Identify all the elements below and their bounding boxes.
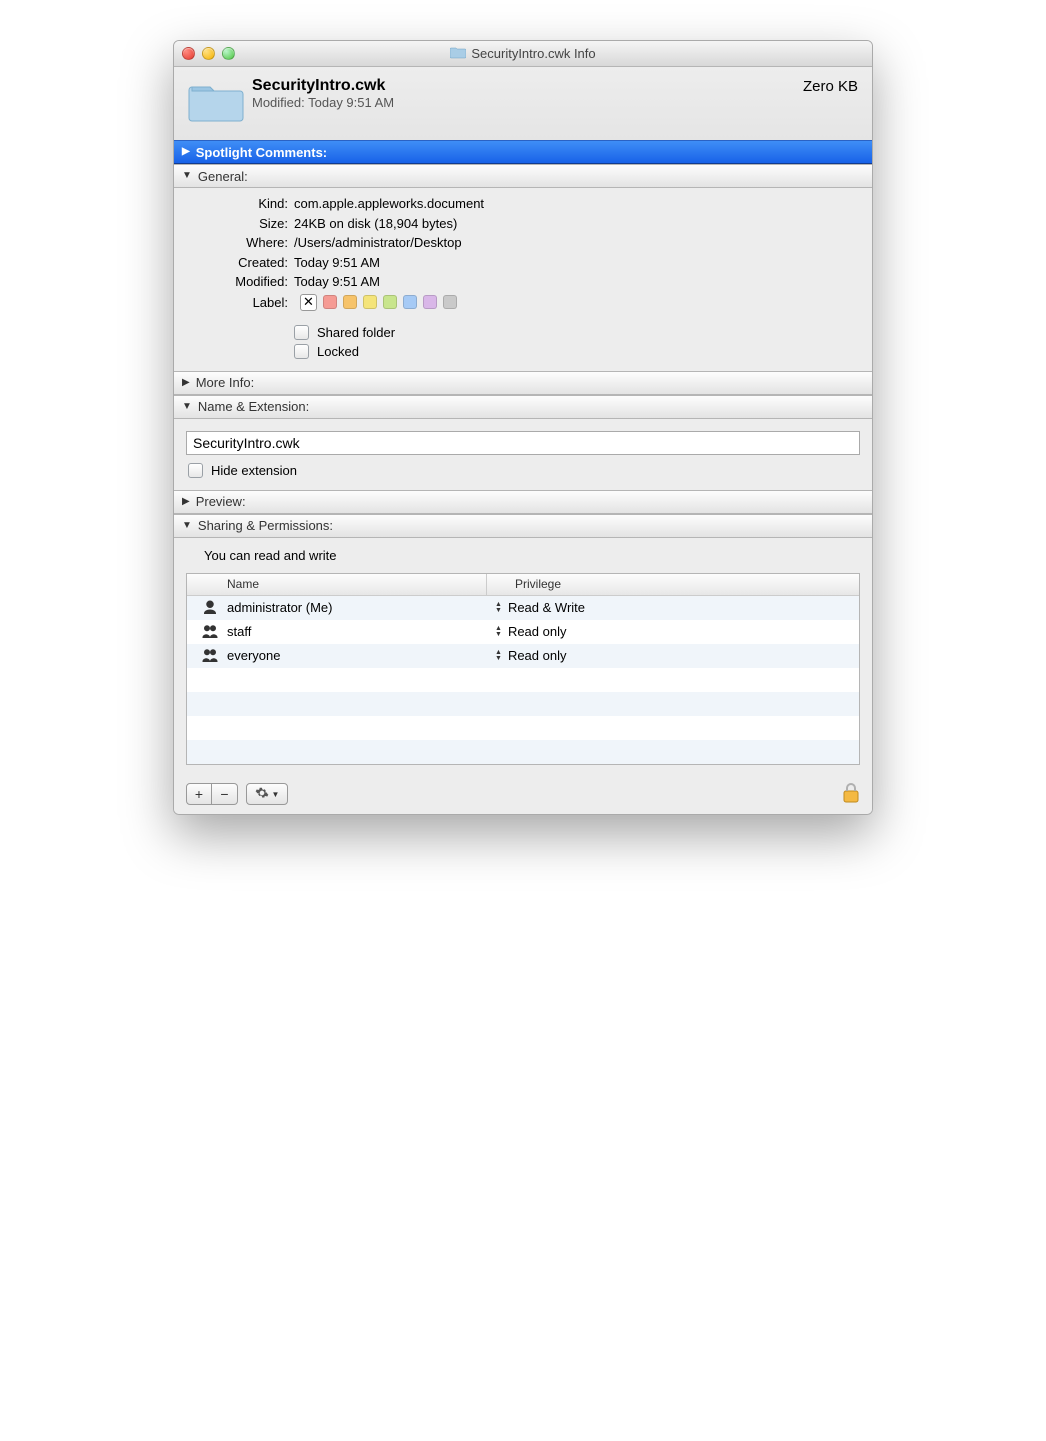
sharing-header[interactable]: ▼ Sharing & Permissions: bbox=[174, 514, 872, 538]
created-value: Today 9:51 AM bbox=[294, 253, 858, 273]
kind-value: com.apple.appleworks.document bbox=[294, 194, 858, 214]
label-color-swatch[interactable] bbox=[363, 295, 377, 309]
size-value: 24KB on disk (18,904 bytes) bbox=[294, 214, 858, 234]
shared-folder-label: Shared folder bbox=[317, 325, 395, 340]
table-row-empty bbox=[187, 740, 859, 764]
filename-input[interactable] bbox=[186, 431, 860, 455]
table-row-empty bbox=[187, 692, 859, 716]
action-menu-button[interactable]: ▼ bbox=[246, 783, 288, 805]
table-row[interactable]: administrator (Me) ▲▼ Read & Write bbox=[187, 596, 859, 620]
general-body: Kind: com.apple.appleworks.document Size:… bbox=[174, 188, 872, 371]
table-row[interactable]: everyone ▲▼ Read only bbox=[187, 644, 859, 668]
stepper-icon[interactable]: ▲▼ bbox=[495, 602, 502, 614]
titlebar[interactable]: SecurityIntro.cwk Info bbox=[174, 41, 872, 67]
perm-priv: Read only bbox=[508, 624, 567, 639]
sharing-body: You can read and write Name Privilege ad… bbox=[174, 538, 872, 775]
disclosure-triangle-icon: ▼ bbox=[182, 402, 192, 412]
size-label: Size: bbox=[188, 214, 288, 234]
nameext-body: Hide extension bbox=[174, 419, 872, 490]
locked-label: Locked bbox=[317, 344, 359, 359]
file-size: Zero KB bbox=[803, 77, 858, 95]
sharing-label: Sharing & Permissions: bbox=[198, 518, 333, 533]
table-row-empty bbox=[187, 716, 859, 740]
preview-label: Preview: bbox=[196, 494, 246, 509]
perm-priv: Read & Write bbox=[508, 600, 585, 615]
hide-extension-checkbox[interactable] bbox=[188, 463, 203, 478]
table-row[interactable]: staff ▲▼ Read only bbox=[187, 620, 859, 644]
disclosure-triangle-icon: ▼ bbox=[182, 171, 192, 181]
perm-priv: Read only bbox=[508, 648, 567, 663]
where-value: /Users/administrator/Desktop bbox=[294, 233, 858, 253]
disclosure-triangle-icon: ▼ bbox=[182, 521, 192, 531]
label-color-swatch[interactable] bbox=[383, 295, 397, 309]
label-clear-button[interactable]: ✕ bbox=[300, 294, 317, 311]
kind-label: Kind: bbox=[188, 194, 288, 214]
disclosure-triangle-icon: ▶ bbox=[182, 378, 190, 388]
folder-mini-icon bbox=[450, 45, 466, 62]
perm-name: administrator (Me) bbox=[227, 600, 332, 615]
col-name: Name bbox=[187, 574, 487, 595]
group-icon bbox=[201, 647, 219, 665]
label-label: Label: bbox=[188, 295, 288, 310]
col-priv: Privilege bbox=[487, 574, 859, 595]
modified-value: Today 9:51 AM bbox=[294, 272, 858, 292]
stepper-icon[interactable]: ▲▼ bbox=[495, 650, 502, 662]
permissions-table: Name Privilege administrator (Me) ▲▼ Read … bbox=[186, 573, 860, 765]
disclosure-triangle-icon: ▶ bbox=[182, 497, 190, 507]
label-color-swatch[interactable] bbox=[343, 295, 357, 309]
moreinfo-label: More Info: bbox=[196, 375, 255, 390]
modified-label: Modified: bbox=[188, 272, 288, 292]
window-title-text: SecurityIntro.cwk Info bbox=[471, 46, 595, 61]
where-label: Where: bbox=[188, 233, 288, 253]
locked-checkbox[interactable] bbox=[294, 344, 309, 359]
spotlight-label: Spotlight Comments: bbox=[196, 145, 327, 160]
info-window: SecurityIntro.cwk Info SecurityIntro.cwk… bbox=[173, 40, 873, 815]
nameext-header[interactable]: ▼ Name & Extension: bbox=[174, 395, 872, 419]
permissions-toolbar: + − ▼ bbox=[174, 775, 872, 814]
user-icon bbox=[201, 599, 219, 617]
spotlight-header[interactable]: ▶ Spotlight Comments: bbox=[174, 140, 872, 164]
moreinfo-header[interactable]: ▶ More Info: bbox=[174, 371, 872, 395]
file-header: SecurityIntro.cwk Modified: Today 9:51 A… bbox=[174, 67, 872, 140]
general-header[interactable]: ▼ General: bbox=[174, 164, 872, 188]
label-color-swatch[interactable] bbox=[423, 295, 437, 309]
traffic-lights bbox=[182, 47, 235, 60]
minimize-icon[interactable] bbox=[202, 47, 215, 60]
folder-icon bbox=[188, 77, 244, 128]
file-name: SecurityIntro.cwk bbox=[252, 77, 803, 95]
stepper-icon[interactable]: ▲▼ bbox=[495, 626, 502, 638]
add-button[interactable]: + bbox=[186, 783, 212, 805]
perm-name: staff bbox=[227, 624, 251, 639]
general-label: General: bbox=[198, 169, 248, 184]
zoom-icon[interactable] bbox=[222, 47, 235, 60]
file-modified: Modified: Today 9:51 AM bbox=[252, 95, 803, 110]
gear-icon bbox=[255, 786, 269, 803]
chevron-down-icon: ▼ bbox=[272, 790, 280, 799]
label-color-swatch[interactable] bbox=[323, 295, 337, 309]
perm-name: everyone bbox=[227, 648, 280, 663]
label-color-swatch[interactable] bbox=[403, 295, 417, 309]
shared-folder-checkbox[interactable] bbox=[294, 325, 309, 340]
table-row-empty bbox=[187, 668, 859, 692]
permissions-header[interactable]: Name Privilege bbox=[187, 574, 859, 596]
hide-extension-label: Hide extension bbox=[211, 463, 297, 478]
group-icon bbox=[201, 623, 219, 641]
close-icon[interactable] bbox=[182, 47, 195, 60]
disclosure-triangle-icon: ▶ bbox=[182, 147, 190, 157]
remove-button[interactable]: − bbox=[212, 783, 238, 805]
preview-header[interactable]: ▶ Preview: bbox=[174, 490, 872, 514]
created-label: Created: bbox=[188, 253, 288, 273]
sharing-message: You can read and write bbox=[186, 544, 860, 573]
label-color-swatch[interactable] bbox=[443, 295, 457, 309]
lock-icon[interactable] bbox=[842, 783, 860, 806]
window-title: SecurityIntro.cwk Info bbox=[182, 45, 864, 62]
nameext-label: Name & Extension: bbox=[198, 399, 309, 414]
